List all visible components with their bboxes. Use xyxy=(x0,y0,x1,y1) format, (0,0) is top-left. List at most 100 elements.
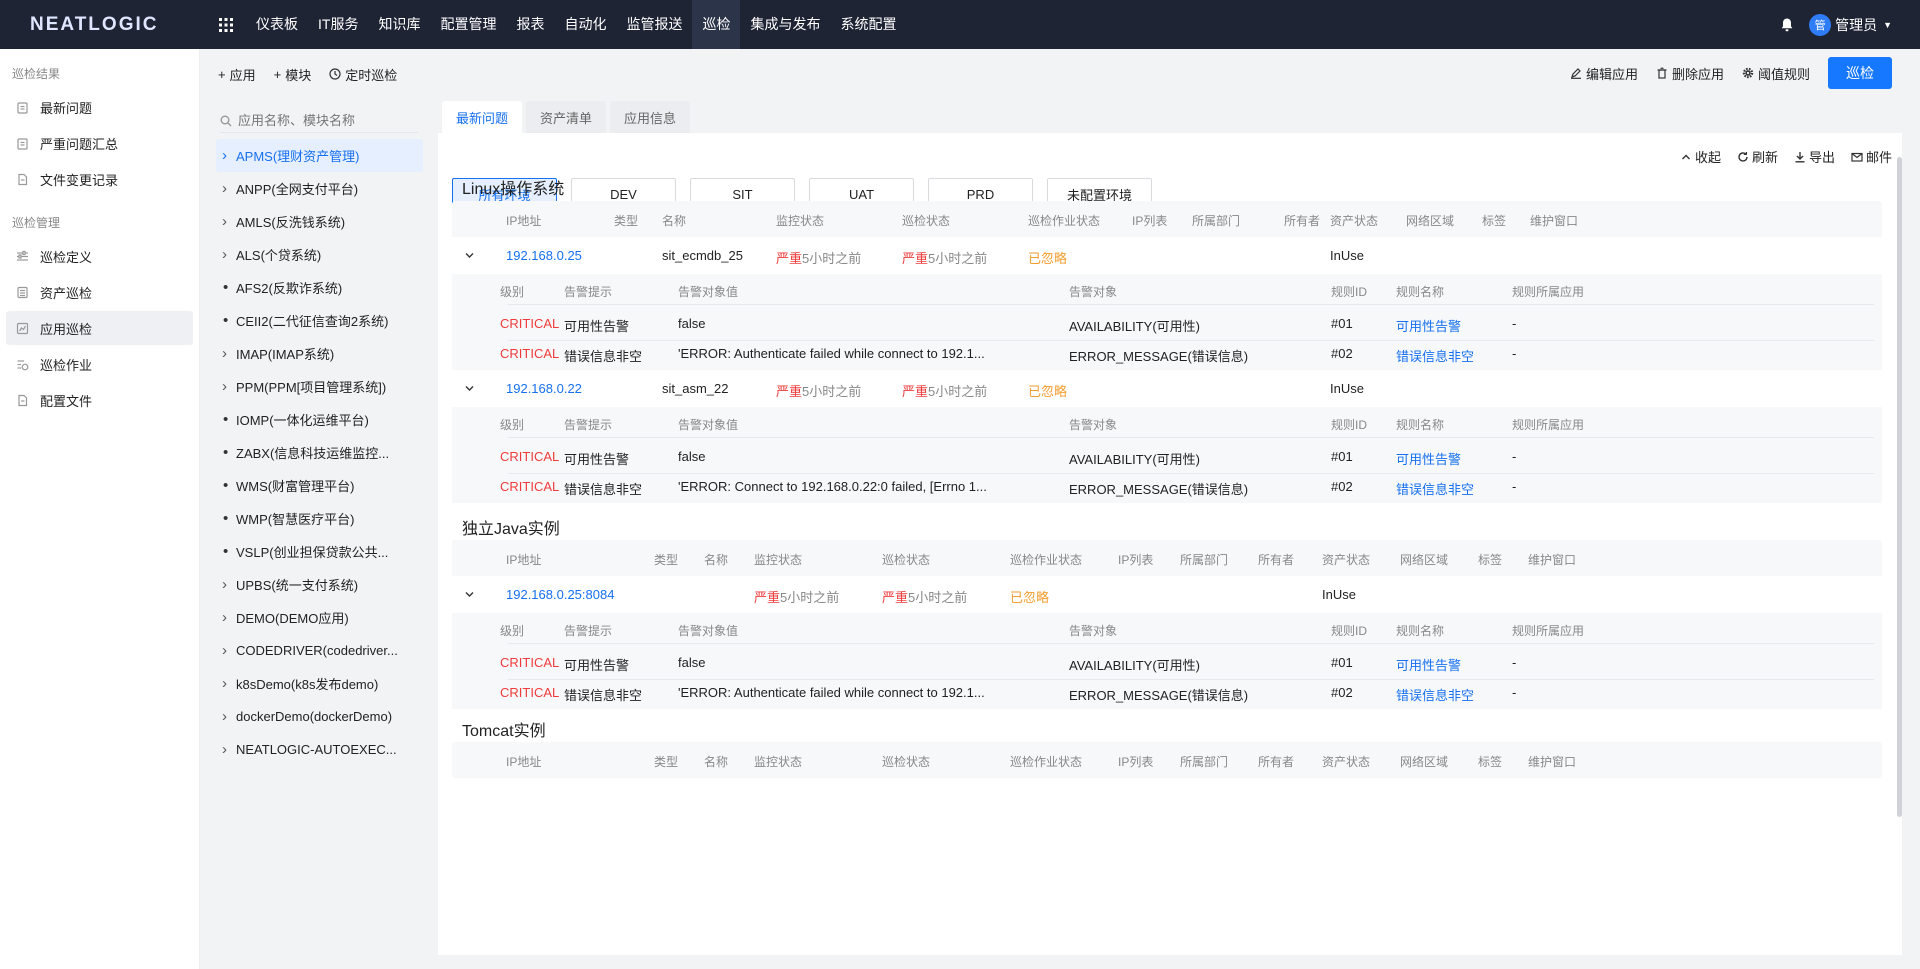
sidebar-item-inspection-definition[interactable]: 巡检定义 xyxy=(6,239,193,273)
refresh-button[interactable]: 刷新 xyxy=(1737,147,1778,166)
chevron-right-icon: › xyxy=(222,345,227,362)
app-tree-item-label: CODEDRIVER(codedriver... xyxy=(236,643,398,658)
edit-app-button[interactable]: 编辑应用 xyxy=(1570,64,1638,83)
app-tree-item[interactable]: • IOMP(一体化运维平台) xyxy=(216,403,423,436)
sidebar-item-asset-inspection[interactable]: 资产巡检 xyxy=(6,275,193,309)
subtable-divider xyxy=(508,473,1874,474)
nav-system-config[interactable]: 系统配置 xyxy=(830,0,906,49)
app-tree-item[interactable]: • VSLP(创业担保贷款公共... xyxy=(216,535,423,568)
rule-name-link[interactable]: 可用性告警 xyxy=(1396,316,1461,335)
app-tree-item[interactable]: › AMLS(反洗钱系统) xyxy=(216,205,423,238)
threshold-label: 阈值规则 xyxy=(1757,66,1810,82)
alert-hint: 可用性告警 xyxy=(564,452,630,467)
sidebar-item-label: 文件变更记录 xyxy=(40,172,119,188)
sidebar-item-inspection-jobs[interactable]: 巡检作业 xyxy=(6,347,193,381)
inspect-status-badge: 严重 xyxy=(902,384,929,399)
app-tree-item[interactable]: • AFS2(反欺诈系统) xyxy=(216,271,423,304)
bullet-icon: • xyxy=(223,510,229,527)
sidebar-item-app-inspection[interactable]: 应用巡检 xyxy=(6,311,193,345)
app-tree-item-label: NEATLOGIC-AUTOEXEC... xyxy=(236,742,397,757)
asset-ip-link[interactable]: 192.168.0.25:8084 xyxy=(506,587,614,602)
nav-it-service[interactable]: IT服务 xyxy=(308,0,368,49)
add-module-button[interactable]: + 模块 xyxy=(274,65,312,84)
collapse-button[interactable]: 收起 xyxy=(1680,147,1721,166)
monitor-status-time: 5小时之前 xyxy=(802,251,862,266)
app-tree-item[interactable]: › UPBS(统一支付系统) xyxy=(216,568,423,601)
asset-ip-link[interactable]: 192.168.0.22 xyxy=(506,381,582,396)
asset-ip-link[interactable]: 192.168.0.25 xyxy=(506,248,582,263)
column-header: 巡检状态 xyxy=(882,755,931,769)
app-tree-item[interactable]: • WMP(智慧医疗平台) xyxy=(216,502,423,535)
subtable-column-header: 级别 xyxy=(500,285,525,299)
table-row[interactable]: 192.168.0.25 sit_ecmdb_25 严重 5小时之前 严重 5小时之前 已忽… xyxy=(452,237,1882,274)
threshold-rules-button[interactable]: 阈值规则 xyxy=(1742,64,1810,83)
inspect-button[interactable]: 巡检 xyxy=(1828,57,1892,89)
app-tree-item-label: IMAP(IMAP系统) xyxy=(236,347,335,362)
app-tree-item[interactable]: › DEMO(DEMO应用) xyxy=(216,601,423,634)
app-search-input[interactable] xyxy=(238,113,408,128)
subtable-column-header: 告警对象值 xyxy=(678,285,739,299)
alert-level: CRITICAL xyxy=(500,655,560,670)
delete-app-button[interactable]: 删除应用 xyxy=(1656,64,1724,83)
sidebar-item-latest-issues[interactable]: 最新问题 xyxy=(6,90,193,124)
tab-latest-issues[interactable]: 最新问题 xyxy=(442,101,523,133)
nav-knowledge[interactable]: 知识库 xyxy=(368,0,430,49)
rule-name-link[interactable]: 错误信息非空 xyxy=(1396,685,1474,704)
app-tree-item[interactable]: › CODEDRIVER(codedriver... xyxy=(216,634,423,667)
app-tree-item[interactable]: › ALS(个贷系统) xyxy=(216,238,423,271)
add-app-button[interactable]: + 应用 xyxy=(218,65,256,84)
rule-name-link[interactable]: 可用性告警 xyxy=(1396,449,1461,468)
app-tree-item[interactable]: • CEII2(二代征信查询2系统) xyxy=(216,304,423,337)
nav-dashboard[interactable]: 仪表板 xyxy=(246,0,308,49)
tab-app-info[interactable]: 应用信息 xyxy=(610,101,691,133)
chevron-down-icon[interactable] xyxy=(464,382,476,394)
nav-report[interactable]: 报表 xyxy=(506,0,554,49)
chevron-down-icon[interactable] xyxy=(464,249,476,261)
export-button[interactable]: 导出 xyxy=(1794,147,1835,166)
app-tree-item[interactable]: • ZABX(信息科技运维监控... xyxy=(216,436,423,469)
asset-status: InUse xyxy=(1322,587,1356,602)
nav-inspection[interactable]: 巡检 xyxy=(692,0,741,49)
rule-name-link[interactable]: 错误信息非空 xyxy=(1396,479,1474,498)
user-menu[interactable]: 管 管理员 ▼ xyxy=(1809,13,1892,36)
table-row[interactable]: 192.168.0.22 sit_asm_22 严重 5小时之前 严重 5小时之前 已忽略 I… xyxy=(452,370,1882,407)
rule-name-link[interactable]: 可用性告警 xyxy=(1396,655,1461,674)
rule-name-link[interactable]: 错误信息非空 xyxy=(1396,346,1474,365)
tab-asset-list[interactable]: 资产清单 xyxy=(526,101,607,133)
sidebar-item-severe-summary[interactable]: 严重问题汇总 xyxy=(6,126,193,160)
inspect-status-badge: 严重 xyxy=(882,590,909,605)
nav-config[interactable]: 配置管理 xyxy=(430,0,506,49)
column-header: 标签 xyxy=(1478,553,1503,567)
subtable-column-header: 规则ID xyxy=(1331,418,1368,432)
app-tree-item-label: k8sDemo(k8s发布demo) xyxy=(236,677,379,692)
app-tree-item[interactable]: › NEATLOGIC-AUTOEXEC... xyxy=(216,733,423,766)
sidebar-item-config-files[interactable]: 配置文件 xyxy=(6,383,193,417)
alert-hint: 错误信息非空 xyxy=(564,688,643,703)
app-tree-item[interactable]: › ANPP(全网支付平台) xyxy=(216,172,423,205)
table-row[interactable]: 192.168.0.25:8084 严重 5小时之前 严重 5小时之前 已忽略 InUse xyxy=(452,576,1882,613)
alert-level: CRITICAL xyxy=(500,449,560,464)
subtable-column-header: 告警对象 xyxy=(1069,418,1118,432)
bullet-icon: • xyxy=(223,477,229,494)
app-tree-item[interactable]: › APMS(理财资产管理) xyxy=(216,139,423,172)
nav-automation[interactable]: 自动化 xyxy=(554,0,616,49)
monitor-status-time: 5小时之前 xyxy=(802,384,862,399)
app-tree-item[interactable]: › IMAP(IMAP系统) xyxy=(216,337,423,370)
job-status: 已忽略 xyxy=(1010,590,1050,605)
nav-integration[interactable]: 集成与发布 xyxy=(740,0,830,49)
scheduled-inspection-button[interactable]: 定时巡检 xyxy=(329,65,397,84)
column-header: IP地址 xyxy=(506,755,542,769)
bell-icon[interactable] xyxy=(1779,17,1795,33)
nav-regulatory[interactable]: 监管报送 xyxy=(616,0,692,49)
mail-button[interactable]: 邮件 xyxy=(1851,147,1892,166)
chevron-down-icon[interactable] xyxy=(464,588,476,600)
app-tree-item[interactable]: • WMS(财富管理平台) xyxy=(216,469,423,502)
app-tree-item[interactable]: › dockerDemo(dockerDemo) xyxy=(216,700,423,733)
vertical-scrollbar[interactable] xyxy=(1897,157,1902,817)
app-tree-item[interactable]: › k8sDemo(k8s发布demo) xyxy=(216,667,423,700)
sidebar-item-file-changes[interactable]: 文件变更记录 xyxy=(6,162,193,196)
app-tree-item[interactable]: › PPM(PPM[项目管理系统]) xyxy=(216,370,423,403)
issues-panel: 收起 刷新 导出 邮件 所有环境 DEV SIT UAT PRD 未配置环境 L… xyxy=(438,133,1902,955)
app-logo[interactable]: NEATLOGIC xyxy=(0,14,190,36)
apps-grid-icon[interactable] xyxy=(214,0,238,49)
